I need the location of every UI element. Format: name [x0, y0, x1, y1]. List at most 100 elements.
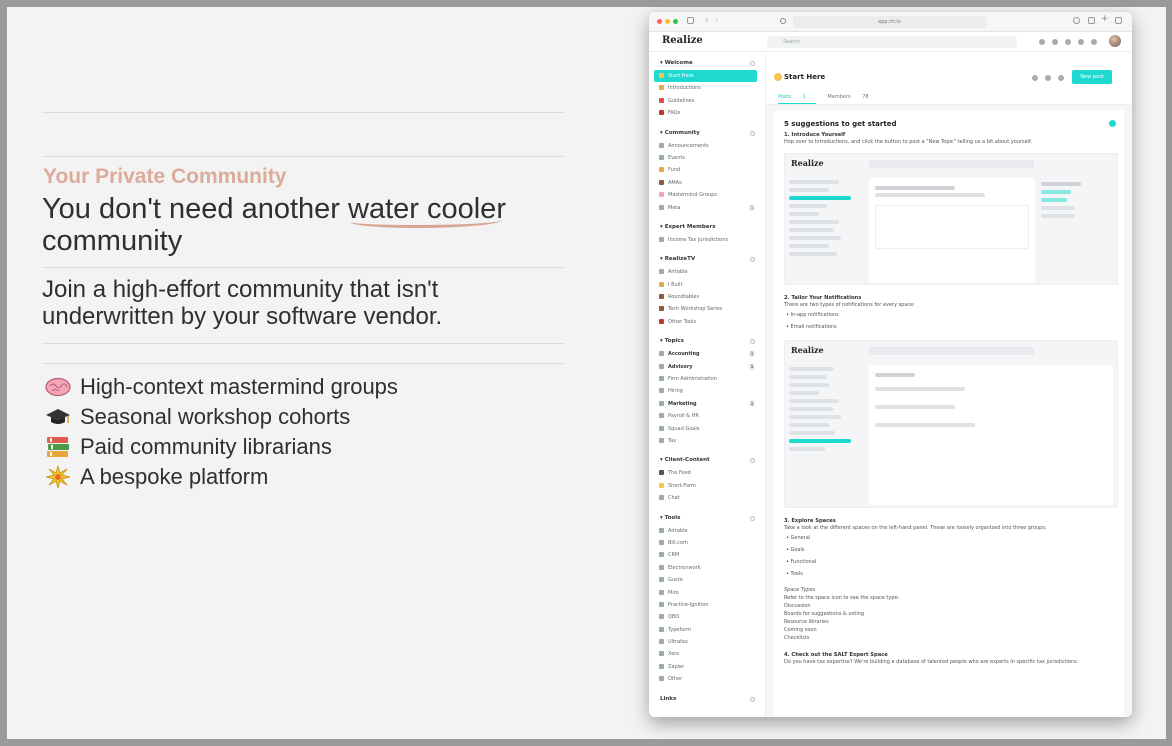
sidebar-item-marketing[interactable]: Marketing 1: [649, 398, 765, 410]
mini-sidebar: [789, 176, 861, 284]
sidebar-item-tool[interactable]: Electronwork: [649, 562, 765, 574]
close-dot-icon[interactable]: [657, 19, 662, 24]
sidebar-item-start-here[interactable]: Start Here: [654, 70, 757, 83]
sidebar-item-tool[interactable]: Typeform: [649, 624, 765, 636]
messages-icon[interactable]: [1091, 39, 1097, 45]
sidebar-item-tool[interactable]: Zapier: [649, 661, 765, 673]
sidebar-item-advisory[interactable]: Advisory 1: [649, 361, 765, 373]
search-input[interactable]: Search: [767, 36, 1017, 48]
sidebar-group-community[interactable]: ▾ Community: [649, 127, 765, 140]
sidebar-item-tech-workshop[interactable]: Tech Workshop Series: [649, 303, 765, 315]
members-icon[interactable]: [1052, 39, 1058, 45]
sidebar-group-client-content[interactable]: ▾ Client-Content: [649, 454, 765, 467]
sidebar-item-tool[interactable]: Ultrafax: [649, 636, 765, 648]
sidebar-item-payroll[interactable]: Payroll & HR: [649, 410, 765, 422]
new-post-button[interactable]: New post: [1072, 70, 1112, 84]
space-types-text: Refer to the space icon to see the space…: [784, 595, 900, 601]
settings-icon[interactable]: [1065, 39, 1071, 45]
minimize-dot-icon[interactable]: [665, 19, 670, 24]
privacy-icon[interactable]: [780, 18, 786, 24]
tab-members[interactable]: Members 78: [827, 94, 878, 100]
sidebar-item-mastermind-groups[interactable]: Mastermind Groups: [649, 189, 765, 201]
sidebar-item-tool[interactable]: Bill.com: [649, 537, 765, 549]
zoom-dot-icon[interactable]: [673, 19, 678, 24]
new-tab-icon[interactable]: +: [1101, 14, 1109, 24]
sidebar-item-tax[interactable]: Tax: [649, 435, 765, 447]
step-list: In-app notifications Email notifications: [784, 309, 1124, 333]
sidebar-item-tool[interactable]: Airtable: [649, 525, 765, 537]
bell-icon[interactable]: [1045, 75, 1051, 81]
app-screenshot-window: ‹ › app.rtr.io + Realize Search ▾ Welcom…: [649, 12, 1132, 717]
address-bar[interactable]: app.rtr.io: [793, 16, 986, 28]
home-icon[interactable]: [1039, 39, 1045, 45]
mini-search: [869, 347, 1034, 355]
list-item: Functional: [786, 556, 1124, 568]
list-item: Goals: [786, 544, 1124, 556]
sidebar-item-squad-goals[interactable]: Squad Goals: [649, 423, 765, 435]
sidebar-item-announcements[interactable]: Announcements: [649, 140, 765, 152]
brand-logo[interactable]: Realize: [662, 35, 703, 46]
sidebar-group-realizetv[interactable]: ▾ RealizeTV: [649, 253, 765, 266]
forward-icon[interactable]: ›: [715, 15, 718, 24]
sidebar-item-the-feed[interactable]: The Feed: [649, 467, 765, 479]
gear-icon[interactable]: [1032, 75, 1038, 81]
sidebar-item-roundtables[interactable]: Roundtables: [649, 291, 765, 303]
sidebar-item-tool[interactable]: CRM: [649, 549, 765, 561]
list-item: General: [786, 532, 1124, 544]
sidebar-item-tool[interactable]: Miro: [649, 587, 765, 599]
gear-icon[interactable]: [750, 257, 755, 263]
sidebar-item-firm-admin[interactable]: Firm Administration: [649, 373, 765, 385]
sidebar-item-fund[interactable]: Fund: [649, 164, 765, 176]
tab-posts[interactable]: Posts 1: [778, 94, 816, 104]
mini-brand: Realize: [791, 345, 824, 355]
mini-brand: Realize: [791, 158, 824, 168]
sidebar-item-tool[interactable]: Gusto: [649, 574, 765, 586]
avatar[interactable]: [1109, 35, 1121, 47]
sidebar-group-tools[interactable]: ▾ Tools: [649, 512, 765, 525]
gear-icon[interactable]: [750, 696, 755, 702]
space-icon: [774, 73, 782, 81]
sidebar-toggle-icon[interactable]: [687, 17, 694, 24]
headline-text-end: community: [42, 225, 183, 257]
user-icon[interactable]: [1058, 75, 1064, 81]
sidebar-item-introductions[interactable]: Introductions: [649, 82, 765, 94]
sidebar: ▾ Welcome Start Here Introductions Guide…: [649, 53, 766, 717]
back-icon[interactable]: ‹: [705, 15, 708, 24]
sidebar-item-short-form[interactable]: Short-Form: [649, 480, 765, 492]
share-icon[interactable]: [1088, 17, 1095, 24]
sidebar-item-income-tax[interactable]: Income Tax Jurisdictions: [649, 234, 765, 246]
sidebar-item-tool[interactable]: Practice-Ignition: [649, 599, 765, 611]
sidebar-group-welcome[interactable]: ▾ Welcome: [649, 57, 765, 70]
check-icon[interactable]: [1109, 120, 1116, 127]
gear-icon[interactable]: [750, 130, 755, 136]
sidebar-item-meta[interactable]: Meta 1: [649, 202, 765, 214]
sidebar-item-airtable[interactable]: Airtable: [649, 266, 765, 278]
tabs-overview-icon[interactable]: [1115, 17, 1122, 24]
sidebar-item-i-built[interactable]: I Built: [649, 279, 765, 291]
sidebar-item-tool[interactable]: Xero: [649, 648, 765, 660]
sidebar-group-expert-members[interactable]: ▾ Expert Members: [649, 221, 765, 234]
sidebar-item-events[interactable]: Events: [649, 152, 765, 164]
sidebar-item-amas[interactable]: AMAs: [649, 177, 765, 189]
gear-icon[interactable]: [750, 339, 755, 345]
sidebar-group-topics[interactable]: ▾ Topics: [649, 335, 765, 348]
sidebar-item-tool[interactable]: Other: [649, 673, 765, 685]
sidebar-item-other-tools[interactable]: Other Tools: [649, 316, 765, 328]
sidebar-item-faqs[interactable]: FAQs: [649, 107, 765, 119]
download-icon[interactable]: [1073, 17, 1080, 24]
gear-icon[interactable]: [750, 61, 755, 66]
headline: You don't need another water cooler comm…: [42, 193, 562, 257]
step-text: Hop over to Introductions, and click the…: [784, 139, 1033, 145]
notifications-icon[interactable]: [1078, 39, 1084, 45]
sidebar-item-tool[interactable]: QBO: [649, 611, 765, 623]
sidebar-item-accounting[interactable]: Accounting 1: [649, 348, 765, 360]
sidebar-item-chat[interactable]: Chat: [649, 492, 765, 504]
gear-icon[interactable]: [750, 515, 755, 521]
sidebar-group-links[interactable]: Links: [649, 693, 765, 706]
sidebar-item-guidelines[interactable]: Guidelines: [649, 95, 765, 107]
divider: [42, 363, 564, 364]
mini-feed: [869, 365, 1113, 505]
gear-icon[interactable]: [750, 458, 755, 464]
feature-text: High-context mastermind groups: [80, 374, 398, 399]
sidebar-item-hiring[interactable]: Hiring: [649, 385, 765, 397]
